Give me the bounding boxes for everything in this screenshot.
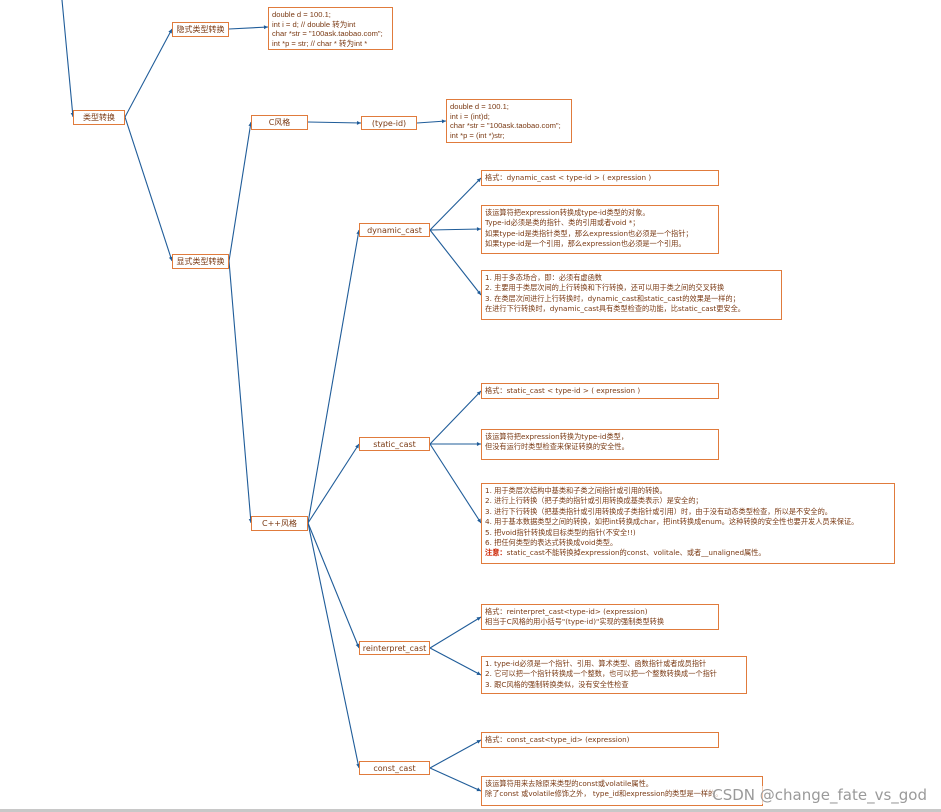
code-line: char *str = "100ask.taobao.com";	[450, 121, 561, 131]
connector-line	[416, 120, 447, 124]
node-dynamic-cast[interactable]: dynamic_cast	[359, 223, 430, 237]
connector-line	[429, 390, 482, 445]
connector-line	[429, 647, 482, 676]
node-implicit-conversion[interactable]: 隐式类型转换	[172, 22, 229, 37]
note-line: 如果type-id是一个引用，那么expression也必须是一个引用。	[485, 239, 686, 249]
warning-text: static_cast不能转换掉expression的const、volital…	[506, 548, 766, 558]
note-reinterpret-format: 格式：reinterpret_cast<type-id> (expression…	[481, 604, 719, 630]
note-warning-line: 注意：static_cast不能转换掉expression的const、voli…	[485, 548, 891, 558]
node-explicit-conversion[interactable]: 显式类型转换	[172, 254, 229, 269]
connector-line	[429, 229, 482, 296]
note-line: 相当于C风格的用小括号"(type-id)"实现的强制类型转换	[485, 617, 665, 627]
code-line: int i = (int)d;	[450, 111, 490, 121]
note-line: 如果type-id是类指针类型，那么expression也必须是一个指针；	[485, 228, 693, 238]
note-line: 1. type-id必须是一个指针、引用、算术类型、函数指针或者成员指针	[485, 659, 707, 668]
note-line: 3. 跟C风格的强制转换类似，没有安全性检查	[485, 679, 629, 689]
note-dynamic-format: 格式：dynamic_cast < type-id > ( expression…	[481, 170, 719, 186]
note-c-style-code: double d = 100.1; int i = (int)d; char *…	[446, 99, 572, 143]
code-line: double d = 100.1;	[272, 10, 331, 19]
note-line: 5. 把void指针转换成目标类型的指针(不安全!!)	[485, 527, 636, 537]
code-line: double d = 100.1;	[450, 102, 509, 111]
note-line: 但没有运行时类型检查来保证转换的安全性。	[485, 442, 629, 452]
note-line: 格式：const_cast<type_id> (expression)	[485, 735, 630, 744]
note-line: 2. 进行上行转换（把子类的指针或引用转换成基类表示）是安全的；	[485, 496, 703, 506]
note-const-format: 格式：const_cast<type_id> (expression)	[481, 732, 719, 748]
note-line: 格式：reinterpret_cast<type-id> (expression…	[485, 607, 648, 616]
csdn-watermark: CSDN @change_fate_vs_god	[712, 786, 927, 804]
note-line: 该运算符把expression转换成type-id类型的对象。	[485, 208, 650, 217]
note-implicit-code: double d = 100.1; int i = d; // double 转…	[268, 7, 393, 50]
connector-line	[429, 616, 482, 649]
connector-line	[228, 26, 269, 30]
note-line: 在进行下行转换时，dynamic_cast具有类型检查的功能，比static_c…	[485, 304, 745, 314]
connector-line	[307, 229, 360, 524]
note-static-format: 格式：static_cast < type-id > ( expression …	[481, 383, 719, 399]
code-line: int *p = str; // char * 转为int *	[272, 38, 368, 48]
connector-line	[124, 116, 173, 262]
note-dynamic-usage: 1. 用于多态场合，即：必须有虚函数 2. 主要用于类层次间的上行转换和下行转换…	[481, 270, 782, 320]
node-reinterpret-cast[interactable]: reinterpret_cast	[359, 641, 430, 655]
node-static-cast[interactable]: static_cast	[359, 437, 430, 451]
code-line: int i = d; // double 转为int	[272, 19, 356, 29]
note-line: Type-id必须是类的指针、类的引用或者void *；	[485, 218, 640, 228]
node-type-conversion[interactable]: 类型转换	[73, 110, 125, 125]
connector-line	[61, 0, 74, 118]
note-line: 1. 用于类层次结构中基类和子类之间指针或引用的转换。	[485, 486, 667, 495]
connector-line	[429, 177, 482, 231]
connector-line	[429, 767, 482, 792]
connector-line	[307, 443, 360, 524]
connector-line	[228, 121, 252, 262]
connector-line	[307, 121, 362, 124]
note-line: 格式：static_cast < type-id > ( expression …	[485, 386, 641, 395]
code-line: int *p = (int *)str;	[450, 130, 505, 140]
note-static-usage: 1. 用于类层次结构中基类和子类之间指针或引用的转换。 2. 进行上行转换（把子…	[481, 483, 895, 564]
note-line: 2. 主要用于类层次间的上行转换和下行转换，还可以用于类之间的交叉转换	[485, 283, 725, 293]
node-c-style[interactable]: C风格	[251, 115, 308, 130]
connector-line	[429, 443, 482, 524]
code-line: char *str = "100ask.taobao.com";	[272, 29, 383, 39]
node-type-id[interactable]: (type-id)	[361, 116, 417, 130]
note-reinterpret-usage: 1. type-id必须是一个指针、引用、算术类型、函数指针或者成员指针 2. …	[481, 656, 747, 694]
note-line: 该运算符把expression转换为type-id类型，	[485, 432, 629, 441]
warning-label: 注意：	[485, 548, 507, 558]
note-line: 3. 在类层次间进行上行转换时，dynamic_cast和static_cast…	[485, 293, 740, 303]
note-line: 1. 用于多态场合，即：必须有虚函数	[485, 273, 602, 282]
connector-line	[307, 522, 360, 769]
note-dynamic-description: 该运算符把expression转换成type-id类型的对象。 Type-id必…	[481, 205, 719, 254]
node-const-cast[interactable]: const_cast	[359, 761, 430, 775]
connector-line	[307, 522, 360, 649]
note-line: 格式：dynamic_cast < type-id > ( expression…	[485, 173, 652, 182]
node-cpp-style[interactable]: C++风格	[251, 516, 308, 531]
connector-line	[429, 228, 482, 231]
note-line: 4. 用于基本数据类型之间的转换，如把int转换成char，把int转换成enu…	[485, 517, 859, 527]
connector-line	[429, 739, 482, 769]
connector-line	[228, 260, 252, 524]
connector-line	[124, 28, 173, 118]
note-line: 6. 把任何类型的表达式转换成void类型。	[485, 538, 618, 548]
note-line: 3. 进行下行转换（把基类指针或引用转换成子类指针或引用）时，由于没有动态类型检…	[485, 506, 832, 516]
note-static-description: 该运算符把expression转换为type-id类型， 但没有运行时类型检查来…	[481, 429, 719, 460]
note-line: 2. 它可以把一个指针转换成一个整数，也可以把一个整数转换成一个指针	[485, 669, 717, 679]
